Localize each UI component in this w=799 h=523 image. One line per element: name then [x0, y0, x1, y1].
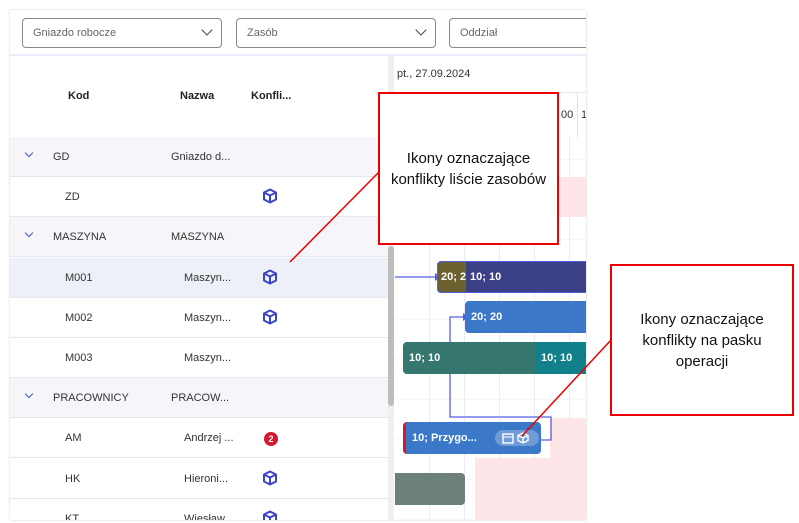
cell-nazwa: Hieroni...: [184, 472, 229, 485]
filter-label: Gniazdo robocze: [33, 27, 117, 39]
callout-text: Ikony oznaczające konflikty na pasku ope…: [640, 310, 764, 370]
cube-icon: [517, 432, 529, 444]
cell-nazwa: Wiesław...: [184, 512, 234, 520]
branch-filter[interactable]: Oddział: [449, 18, 586, 48]
callout-resource-conflicts: Ikony oznaczające konflikty liście zasob…: [378, 92, 559, 245]
cell-nazwa: Gniazdo d...: [171, 151, 231, 163]
table-row[interactable]: AM Andrzej ... 2: [10, 418, 390, 459]
cell-nazwa: Andrzej ...: [184, 432, 234, 445]
cell-kod: PRACOWNICY: [53, 392, 129, 405]
group-row[interactable]: PRACOWNICY PRACOW...: [10, 378, 390, 419]
chevron-down-icon: [201, 24, 213, 36]
operation-bar-label: 10; 10: [470, 271, 502, 283]
chevron-down-icon[interactable]: [24, 229, 34, 238]
cell-nazwa: Maszyn...: [184, 311, 232, 324]
workcenter-filter[interactable]: Gniazdo robocze: [22, 18, 222, 48]
cell-kod: HK: [65, 472, 81, 485]
operation-bar-segment[interactable]: 10; 10: [535, 342, 586, 374]
filter-label: Zasób: [247, 27, 278, 39]
chevron-down-icon[interactable]: [24, 389, 34, 399]
conflict-icons-pill[interactable]: [495, 430, 539, 446]
chevron-down-icon[interactable]: [24, 148, 34, 158]
cell-nazwa: Maszyn...: [184, 352, 232, 364]
cell-kod: ZD: [65, 191, 80, 204]
operation-bar[interactable]: 20; 20: [465, 301, 586, 333]
cell-kod: MASZYNA: [53, 231, 107, 244]
scheduler-app: Gniazdo robocze Zasób Oddział Kod Nazwa …: [10, 10, 586, 520]
cube-icon[interactable]: [262, 188, 278, 204]
column-header-nazwa[interactable]: Nazwa: [180, 90, 214, 102]
table-row[interactable]: HK Hieroni...: [10, 459, 390, 499]
cell-nazwa: PRACOW...: [171, 392, 230, 405]
cell-kod: M001: [65, 271, 93, 284]
table-row[interactable]: KT Wiesław...: [10, 499, 390, 520]
cube-icon[interactable]: [262, 269, 278, 285]
operation-bar[interactable]: [395, 473, 465, 505]
column-header-konflikty[interactable]: Konfli...: [251, 90, 291, 102]
table-row[interactable]: M003 Maszyn...: [10, 338, 390, 378]
cube-icon[interactable]: [262, 510, 278, 520]
cell-nazwa: Maszyn...: [184, 271, 232, 284]
cube-icon[interactable]: [262, 309, 278, 325]
group-row[interactable]: MASZYNA MASZYNA: [10, 217, 390, 258]
column-header-kod[interactable]: Kod: [68, 90, 89, 102]
callout-bar-conflicts: Ikony oznaczające konflikty na pasku ope…: [610, 264, 794, 416]
table-row[interactable]: M002 Maszyn...: [10, 298, 390, 338]
cell-kod: GD: [53, 151, 70, 163]
cell-kod: AM: [65, 432, 82, 445]
conflict-count-badge[interactable]: 2: [264, 432, 278, 447]
resource-filter[interactable]: Zasób: [236, 18, 436, 48]
operation-bar-segment[interactable]: 20; 20: [438, 262, 466, 292]
group-row[interactable]: GD Gniazdo d...: [10, 137, 390, 177]
callout-text: Ikony oznaczające konflikty liście zasob…: [390, 149, 547, 188]
cell-kod: M002: [65, 311, 93, 324]
cell-kod: M003: [65, 352, 93, 364]
table-row[interactable]: M001 Maszyn...: [10, 257, 390, 298]
table-row[interactable]: ZD: [10, 177, 390, 218]
cube-icon[interactable]: [262, 470, 278, 486]
operation-bar-label: 10; Przygo...: [412, 432, 477, 444]
cell-nazwa: MASZYNA: [171, 231, 225, 244]
filter-label: Oddział: [460, 27, 498, 39]
operation-bar[interactable]: 10; Przygo...: [403, 422, 541, 454]
cell-kod: KT: [65, 512, 80, 520]
calendar-warning-icon: [502, 433, 514, 444]
chevron-down-icon: [415, 24, 427, 36]
scrollbar-thumb[interactable]: [388, 246, 394, 406]
